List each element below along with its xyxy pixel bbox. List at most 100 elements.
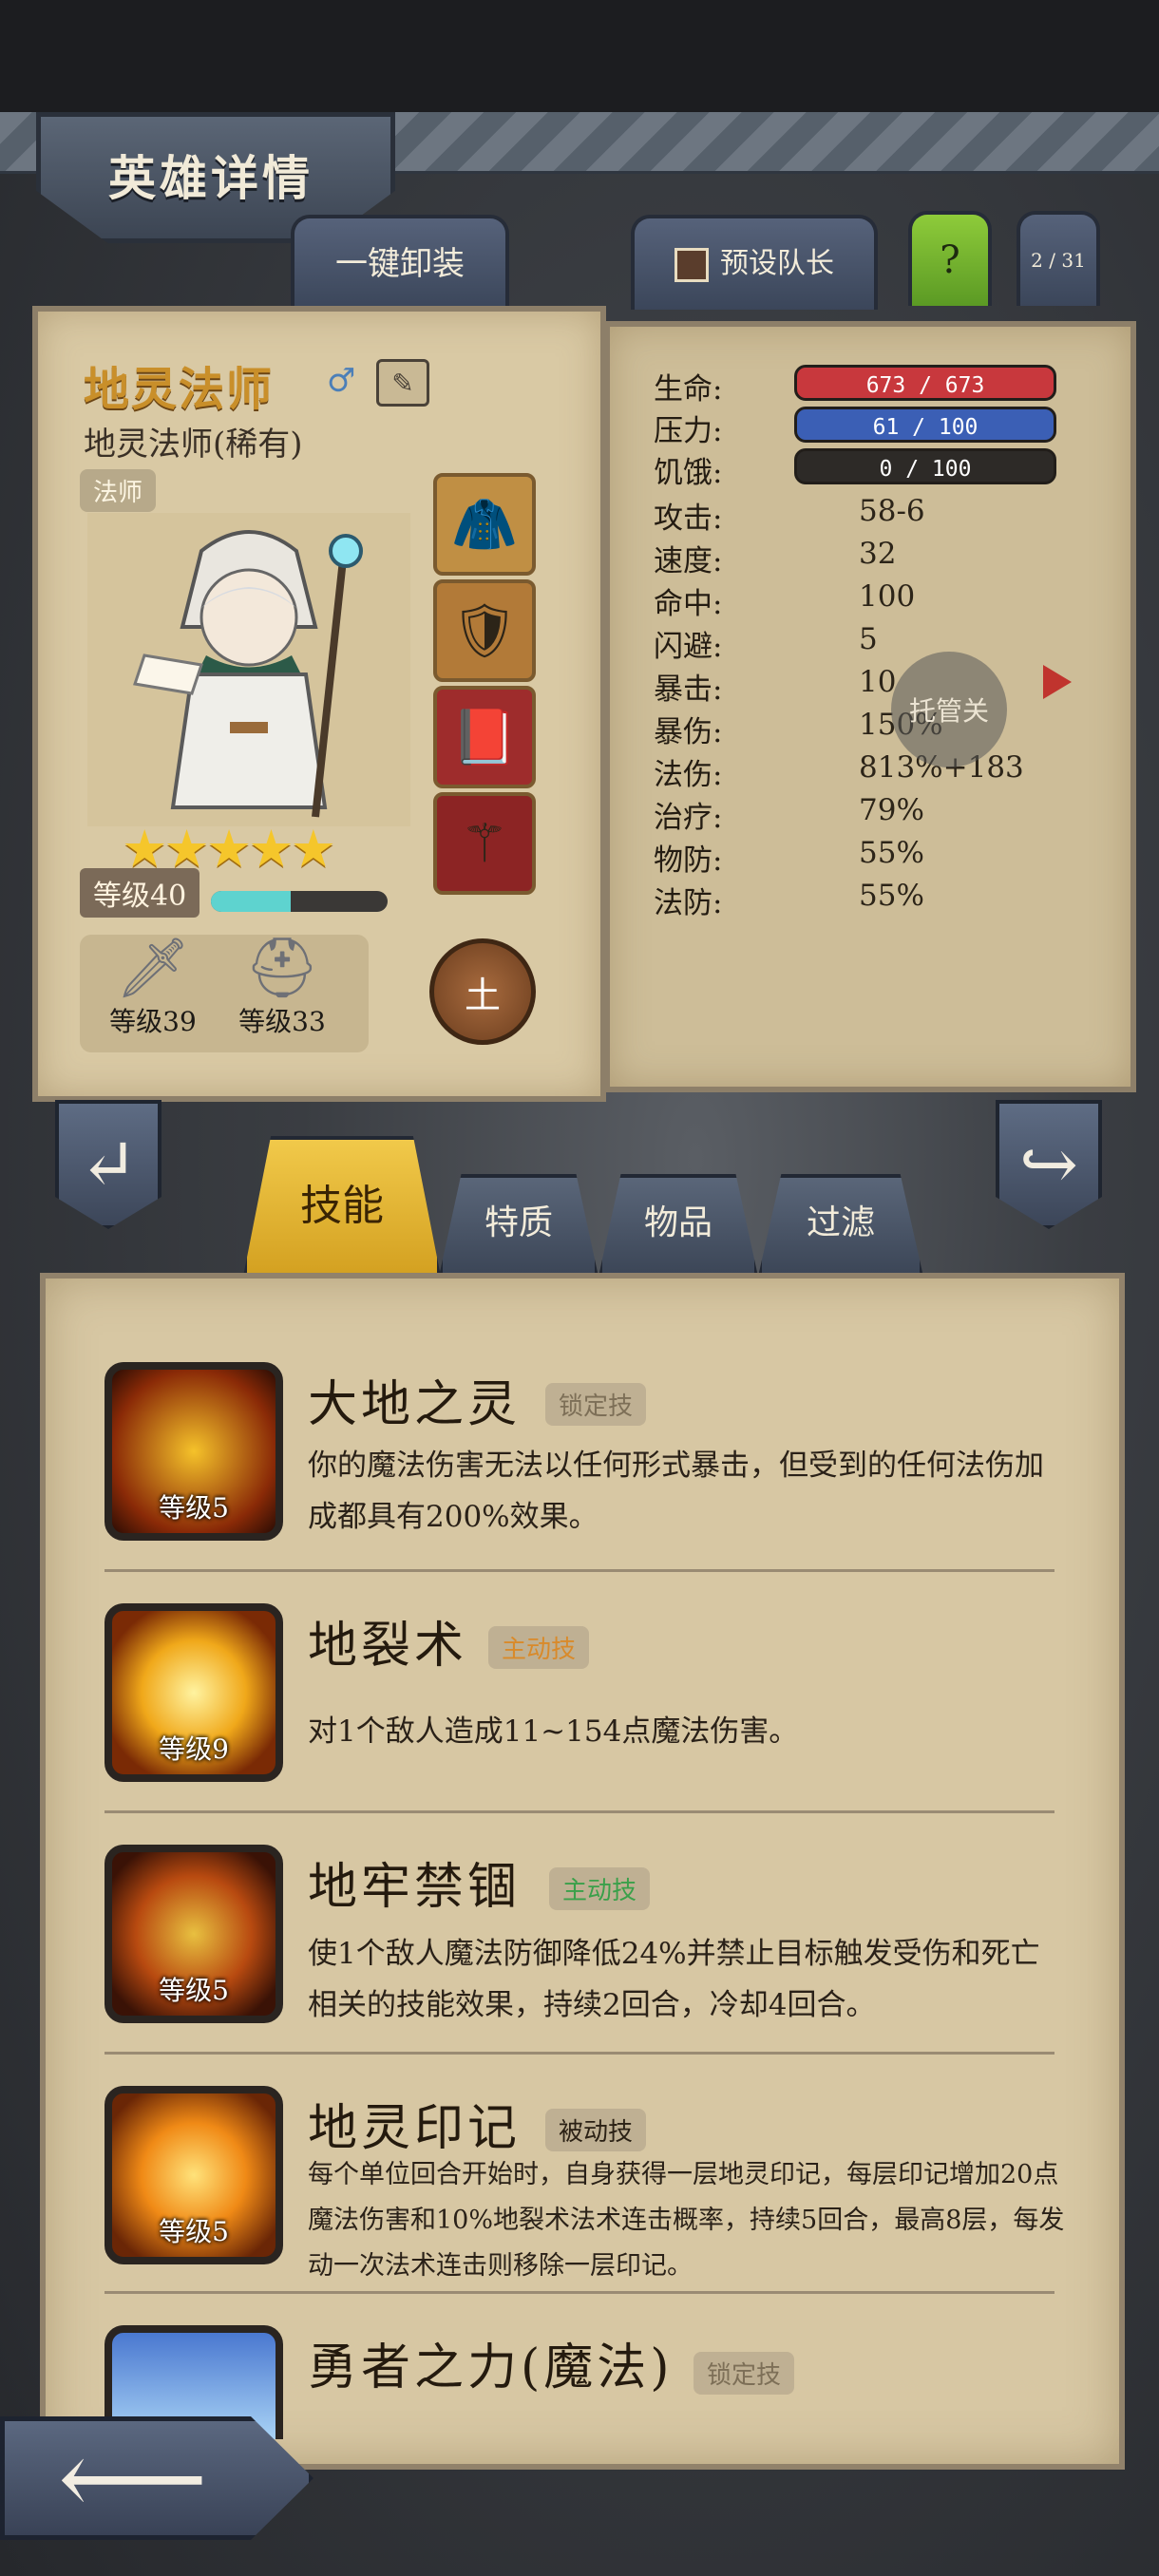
stat-label: 命中: xyxy=(654,587,723,621)
stat-speed: 速度: 32 xyxy=(654,537,1060,578)
skill-icon-dungeon-bind[interactable]: 等级5 xyxy=(104,1845,283,2023)
stat-magic-defense: 法防: 55% xyxy=(654,879,1060,920)
skill-name: 地裂术 xyxy=(308,1618,468,1675)
unequip-all-button[interactable]: 一键卸装 xyxy=(291,215,509,310)
stat-label: 法伤: xyxy=(654,758,723,792)
next-arrow-icon: ↪ xyxy=(1018,1124,1078,1205)
skill-level: 等级5 xyxy=(159,1975,229,2006)
stat-phys-defense: 物防: 55% xyxy=(654,836,1060,878)
hero-subtitle: 地灵法师(稀有) xyxy=(84,426,303,464)
gear-armor-level: 等级33 xyxy=(238,1006,326,1037)
equip-slot-hood[interactable]: 🧥 xyxy=(433,473,536,576)
skill-tag: 锁定技 xyxy=(694,2352,795,2395)
autopilot-toggle[interactable]: 托管关 xyxy=(891,652,1007,767)
spellbook-icon: 📕 xyxy=(451,707,518,768)
back-button[interactable]: ⟵ xyxy=(0,2416,314,2540)
skill-icon-earth-spirit[interactable]: 等级5 xyxy=(104,1362,283,1541)
stat-value: 10 xyxy=(859,665,897,699)
expand-arrow-icon[interactable] xyxy=(1043,665,1072,699)
page-title: 英雄详情 xyxy=(108,150,314,206)
tab-skills[interactable]: 技能 xyxy=(243,1136,441,1277)
tab-skills-label: 技能 xyxy=(300,1182,384,1230)
rename-pencil-icon[interactable]: ✎ xyxy=(376,359,429,407)
stat-label: 暴击: xyxy=(654,672,723,707)
skill-divider xyxy=(104,2291,1054,2294)
helmet-icon: ⛑ xyxy=(244,933,320,1002)
hp-bar: 673 / 673 xyxy=(794,365,1056,401)
stat-value: 5 xyxy=(859,622,878,656)
equip-slot-staff[interactable]: ⚚ xyxy=(433,792,536,895)
skill-name: 大地之灵 xyxy=(308,1376,522,1433)
skill-name: 地牢禁锢 xyxy=(308,1859,522,1916)
stat-stress-label: 压力: xyxy=(654,414,723,448)
stat-label: 暴伤: xyxy=(654,715,723,749)
stat-dodge: 闪避: 5 xyxy=(654,622,1060,664)
skill-description: 你的魔法伤害无法以任何形式暴击，但受到的任何法伤加成都具有200%效果。 xyxy=(308,1449,1044,1534)
tab-items[interactable]: 物品 xyxy=(598,1174,758,1277)
hero-name: 地灵法师 xyxy=(84,363,275,416)
stat-attack: 攻击: 58-6 xyxy=(654,494,1060,536)
stat-healing: 治疗: 79% xyxy=(654,793,1060,835)
stat-hunger-label: 饥饿: xyxy=(654,456,723,490)
xp-bar-fill xyxy=(211,891,291,912)
stat-hp-label: 生命: xyxy=(654,372,723,407)
stat-value: 100 xyxy=(859,579,916,614)
sword-icon: 🗡 xyxy=(115,933,191,1002)
stat-label: 速度: xyxy=(654,544,723,578)
skill-description: 每个单位回合开始时，自身获得一层地灵印记，每层印记增加20点魔法伤害和10%地裂… xyxy=(308,2160,1065,2281)
staff-icon: ⚚ xyxy=(460,812,509,875)
help-button[interactable]: ? xyxy=(908,211,992,306)
stat-value: 79% xyxy=(859,793,924,827)
skill-tag: 锁定技 xyxy=(545,1383,647,1426)
shield-icon: 🛡 xyxy=(450,600,519,662)
tab-filter-label: 过滤 xyxy=(806,1203,875,1242)
status-bar-area xyxy=(0,0,1159,112)
skill-divider xyxy=(104,1569,1054,1572)
skill-level: 等级9 xyxy=(159,1733,229,1765)
help-label: ? xyxy=(940,238,960,282)
equip-slot-spellbook[interactable]: 📕 xyxy=(433,686,536,788)
hood-icon: 🧥 xyxy=(451,494,518,556)
skill-name: 勇者之力(魔法) xyxy=(308,2339,674,2396)
tab-traits[interactable]: 特质 xyxy=(439,1174,598,1277)
skill-icon-earth-mark[interactable]: 等级5 xyxy=(104,2086,283,2264)
stat-value: 55% xyxy=(859,879,924,913)
preset-captain-toggle[interactable]: 预设队长 xyxy=(631,215,878,310)
autopilot-label: 托管关 xyxy=(908,695,989,727)
tab-items-label: 物品 xyxy=(643,1203,712,1242)
skill-description: 使1个敌人魔法防御降低24%并禁止目标触发受伤和死亡相关的技能效果，持续2回合，… xyxy=(308,1937,1040,2022)
gear-weapon-level: 等级39 xyxy=(109,1006,197,1037)
skill-description: 对1个敌人造成11~154点魔法伤害。 xyxy=(308,1714,799,1749)
skill-divider xyxy=(104,1810,1054,1813)
gear-armor[interactable]: ⛑ 等级33 xyxy=(220,935,344,1039)
stat-value: 32 xyxy=(859,537,897,571)
stat-label: 闪避: xyxy=(654,630,723,664)
page-indicator-label: 2 / 31 xyxy=(1031,249,1086,272)
preset-captain-label: 预设队长 xyxy=(720,247,834,280)
page-indicator: 2 / 31 xyxy=(1016,211,1100,306)
skill-name: 地灵印记 xyxy=(308,2100,522,2157)
class-badge: 法师 xyxy=(80,469,157,512)
skill-tag: 主动技 xyxy=(549,1867,651,1910)
stress-bar: 61 / 100 xyxy=(794,407,1056,443)
skill-divider xyxy=(104,2052,1054,2055)
captain-checkbox[interactable] xyxy=(674,248,709,282)
stat-label: 攻击: xyxy=(654,502,723,536)
skill-tag: 主动技 xyxy=(488,1626,590,1669)
hunger-bar: 0 / 100 xyxy=(794,448,1056,484)
hero-level: 等级40 xyxy=(80,868,200,918)
skill-icon-earthquake[interactable]: 等级9 xyxy=(104,1603,283,1782)
stat-value: 58-6 xyxy=(859,494,925,528)
unequip-all-label: 一键卸装 xyxy=(335,245,465,283)
gear-weapon[interactable]: 🗡 等级39 xyxy=(91,935,215,1039)
equip-slot-shield[interactable]: 🛡 xyxy=(433,579,536,682)
back-arrow-icon: ⟵ xyxy=(58,2417,208,2539)
stat-value: 55% xyxy=(859,836,924,870)
stat-accuracy: 命中: 100 xyxy=(654,579,1060,621)
tab-filter[interactable]: 过滤 xyxy=(758,1174,923,1277)
gender-male-icon: ♂ xyxy=(326,362,356,400)
prev-arrow-icon: ↵ xyxy=(78,1124,138,1205)
element-label: 土 xyxy=(464,974,501,1016)
element-earth-badge: 土 xyxy=(429,938,536,1045)
stat-label: 法防: xyxy=(654,886,723,920)
